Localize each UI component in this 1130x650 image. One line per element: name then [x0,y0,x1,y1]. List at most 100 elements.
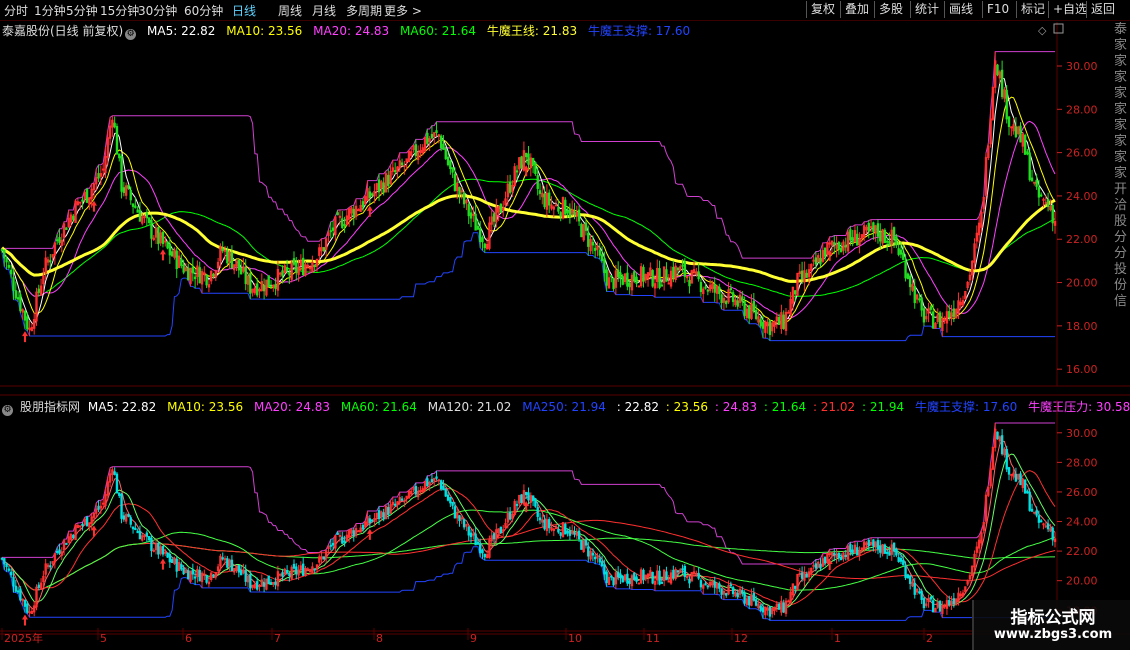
main-candle-body [437,134,441,137]
main-candle-body [272,284,275,288]
sub-candle-body [734,592,737,597]
main-candle-body [853,230,857,243]
stock-chart[interactable]: 30.00 28.00 26.00 24.00 22.00 20.00 18.00 16.00… [0,0,1130,650]
main-candle-body [736,300,739,307]
main-candle-body [773,321,776,327]
sub-candle-body [16,590,20,593]
sub-pressure-line [2,422,1055,565]
sub-ma20-line [1,470,1056,607]
period-tab-7[interactable]: 周线 [278,2,302,19]
main-candle-body [950,312,953,320]
toolbar-button-5[interactable]: F10 [982,1,1013,18]
sub-candle-body [543,519,546,530]
main-candle-body [138,209,142,222]
toolbar-button-3[interactable]: 统计 [910,1,943,18]
sub-candle-body [414,486,418,495]
main-panel-title[interactable]: 泰嘉股份(日线 前复权) [2,24,123,38]
sub-candle-body [1053,538,1057,543]
main-candle-body [306,264,309,268]
sub-candle-body [1046,523,1050,530]
main-candle-body [7,265,11,268]
sub-candle-body [580,540,583,550]
sub-candle-body [442,485,445,491]
sub-candle-body [952,598,956,605]
sub-candle-body [85,516,89,527]
main-candle-body [37,288,40,293]
toolbar-button-2[interactable]: 多股 [874,1,907,18]
settings-icon[interactable]: ⚙ [2,405,13,416]
main-candle-body [968,274,972,281]
period-tab-8[interactable]: 月线 [312,2,336,19]
period-tab-6[interactable]: 日线 [232,2,256,19]
sub-candle-body [343,540,346,543]
toolbar-button-0[interactable]: 复权 [806,1,839,18]
period-tab-1[interactable]: 1分钟 [34,2,66,19]
main-buy-arrow-icon [159,249,166,261]
main-candle-body [216,261,220,269]
main-candle-body [548,192,551,206]
period-tab-10[interactable]: 更多 > [384,2,422,19]
period-tab-9[interactable]: 多周期 [346,2,382,19]
main-candle-body [30,327,34,332]
sub-candle-body [391,501,395,506]
main-candle-body [320,246,323,252]
sub-candle-body [141,535,144,541]
main-candle-body [1010,126,1013,129]
period-tab-2[interactable]: 5分钟 [66,2,98,19]
sub-candle-body [398,497,401,503]
main-candle-body [860,234,864,240]
toolbar-button-7[interactable]: +自选 [1048,1,1091,18]
sub-candle-body [538,517,542,521]
main-candle-body [748,305,751,319]
sub-candle-body [304,568,307,577]
settings-icon[interactable]: ⚙ [125,29,137,40]
sub-candle-body [810,567,813,573]
toolbar-button-6[interactable]: 标记 [1016,1,1049,18]
sub-candle-body [350,529,353,534]
sub-candle-body [456,512,459,519]
sub-candle-body [823,556,827,564]
period-tab-0[interactable]: 分时 [4,2,28,19]
main-buy-arrow-icon [826,249,833,261]
sub-candle-body [451,501,454,506]
period-tab-4[interactable]: 30分钟 [138,2,177,19]
toolbar-button-1[interactable]: 叠加 [840,1,873,18]
sub-candle-body [1026,490,1029,494]
sub-candle-body [518,494,521,504]
sub-candle-body [329,544,332,547]
main-candle-body [324,238,328,250]
sub-candle-body [251,584,254,588]
main-candle-body [446,156,450,166]
sub-candle-body [844,554,847,557]
main-candle-body [798,271,801,275]
main-candle-body [465,199,468,204]
sub-panel-title[interactable]: 股朋指标网 [20,400,80,414]
restore-icon [1053,23,1064,34]
sub-candle-body [283,568,286,575]
sub-candle-body [154,543,158,551]
sub-candle-body [564,523,567,535]
main-candle-body [580,223,583,238]
toolbar-button-8[interactable]: 返回 [1086,1,1119,18]
sub-candle-body [44,563,47,575]
period-tab-3[interactable]: 15分钟 [100,2,139,19]
main-candle-body [564,199,567,215]
main-candle-body [662,266,666,283]
sub-candle-body [1003,448,1006,456]
main-candle-body [1028,152,1031,181]
sub-candle-body [525,491,528,496]
sub-candle-body [433,477,436,482]
main-candle-body [869,226,873,229]
sub-candle-body [127,513,130,517]
main-candle-body [936,314,939,322]
sub-candle-body [559,532,562,536]
toolbar-button-4[interactable]: 画线 [944,1,977,18]
right-side-list[interactable]: 泰家家家家家家家家家开洽股分分投份信 [1114,22,1130,392]
sub-candle-body [313,568,316,571]
main-candle-body [88,197,91,205]
main-candle-body [782,314,785,329]
sub-candle-body [152,549,155,552]
period-tab-5[interactable]: 60分钟 [184,2,223,19]
main-candle-body [226,249,229,264]
sub-candle-body [623,574,627,581]
